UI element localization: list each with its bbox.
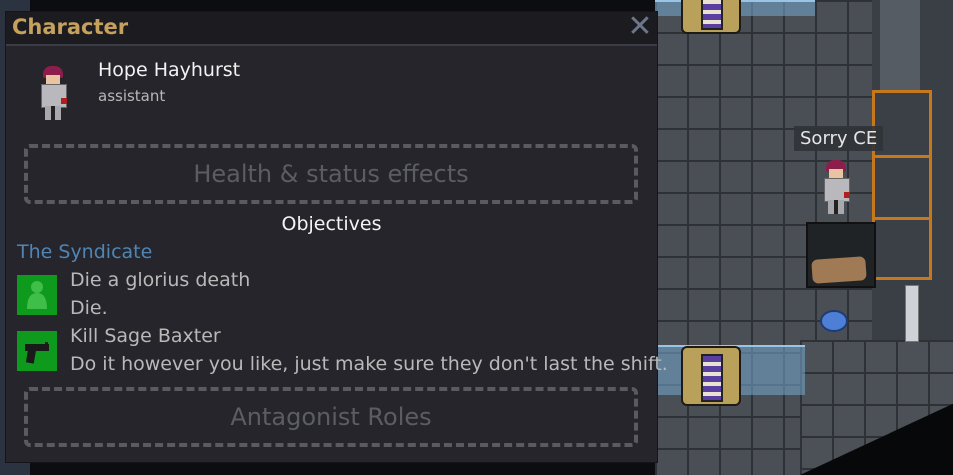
pipe xyxy=(905,285,919,342)
objective-title: Die a glorius death xyxy=(70,269,251,291)
hazard-zone xyxy=(872,90,932,280)
wall-panel xyxy=(880,0,920,100)
character-window: Character ✕ Hope Hayhurst assistant Heal… xyxy=(5,11,668,463)
objective-description: Die. xyxy=(70,297,108,319)
fallen-crewmember[interactable] xyxy=(811,256,867,284)
health-status-button[interactable]: Health & status effects xyxy=(24,144,638,204)
objective-title: Kill Sage Baxter xyxy=(70,325,221,347)
objectives-heading: Objectives xyxy=(281,213,382,235)
ghost-figure-icon xyxy=(17,275,57,315)
tape-item-icon[interactable] xyxy=(820,310,848,332)
pistol-icon xyxy=(17,331,57,371)
character-avatar xyxy=(39,66,69,126)
character-name: Hope Hayhurst xyxy=(98,59,241,81)
window-titlebar[interactable]: Character ✕ xyxy=(6,12,657,46)
antagonist-roles-button[interactable]: Antagonist Roles xyxy=(24,387,638,447)
airlock-door-bottom[interactable] xyxy=(681,346,741,406)
close-icon[interactable]: ✕ xyxy=(625,12,655,42)
player-name-tag: Sorry CE xyxy=(794,126,884,151)
objective-description: Do it however you like, just make sure t… xyxy=(70,353,668,375)
airlock-door-top[interactable] xyxy=(681,0,741,34)
faction-label: The Syndicate xyxy=(17,241,153,263)
other-character-sprite[interactable] xyxy=(822,160,852,216)
window-title: Character xyxy=(12,15,129,39)
character-job: assistant xyxy=(98,87,166,105)
